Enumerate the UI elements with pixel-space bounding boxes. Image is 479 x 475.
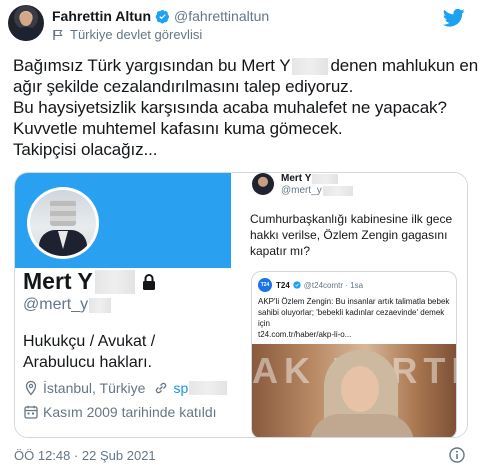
info-icon[interactable] [449,447,465,463]
profile-name-text: Mert Y [23,268,93,294]
tweet-line-4: Kuvvetle muhtemel kafasını kuma gömecek. [13,119,343,138]
verified-badge-icon [155,9,170,24]
redaction-block [89,297,112,313]
photo-person-face [341,366,379,412]
author-name-row: Fahrettin Altun @fahrettinaltun [52,7,269,25]
embedded-tweet-name-text: Mert Y [281,173,312,184]
profile-handle: @mert_y [23,296,112,314]
profile-joined: Kasım 2009 tarihinde katıldı [43,404,217,420]
quoted-tweet-name: T24 [276,280,290,290]
link-icon [156,382,167,394]
tweet-line-5: Takipçisi olacağız... [13,140,158,159]
embedded-tweet-name: Mert Y [281,173,339,184]
quoted-tweet-handle: @t24comtr · 1sa [303,280,364,290]
embedded-tweet: Mert Y @mert_y Cumhurbaşkanlığı kabinesi… [247,173,465,437]
profile-picture [27,187,99,259]
photo-person-shoulder [310,414,414,437]
location-pin-icon [25,380,37,396]
embedded-tweet-avatar [252,173,274,195]
tweet-timestamp[interactable]: ÖÖ 12:48 · 22 Şub 2021 [14,448,156,463]
tweet-line-1-end: denen mahlukun en [330,56,479,75]
redaction-block [322,185,353,196]
profile-location: İstanbul, Türkiye [43,380,146,396]
government-label-text: Türkiye devlet görevlisi [70,27,203,42]
flag-icon [53,29,63,40]
quoted-tweet-photo: AK PARTI [252,344,456,437]
t24-logo: T24 [258,278,272,292]
tweet-line-1: Bağımsız Türk yargısından bu Mert Y denen… [13,55,478,76]
profile-name: Mert Y [23,268,157,295]
tweet-screenshot: Mert Y @mert_y Cumhurbaşkanlığı kabinesi… [241,173,467,437]
profile-meta-joined: Kasım 2009 tarihinde katıldı [23,404,217,420]
redaction-block [94,269,135,294]
quoted-tweet-link: t24.com.tr/haber/akp-li-o... [258,330,352,339]
twitter-bird-icon[interactable] [443,8,465,28]
tweet-text: Bağımsız Türk yargısından bu Mert Y denen… [13,55,478,160]
author-name[interactable]: Fahrettin Altun [52,8,151,24]
pixelated-face [50,200,76,226]
tweet-card: Fahrettin Altun @fahrettinaltun Türkiye … [0,0,479,475]
redaction-block [312,173,339,184]
embedded-tweet-text: Cumhurbaşkanlığı kabinesine ilk gece hak… [250,212,453,258]
attached-image[interactable]: Mert Y @mert_y Hukukçu / Avukat / Arabul… [14,172,468,438]
avatar-suit [14,27,38,41]
tweet-line-3: Bu haysiyetsizlik karşısında acaba muhal… [13,98,447,117]
avatar-face [20,12,32,26]
profile-handle-text: @mert_y [23,296,89,313]
tweet-line-2: ağır şekilde cezalandırılmasını talep ed… [13,77,354,96]
redaction-block [189,381,228,395]
calendar-icon [24,405,38,419]
lock-icon [142,273,155,290]
redaction-block [292,58,329,76]
tweet-line-1-start: Bağımsız Türk yargısından bu Mert Y [13,56,291,75]
verified-badge-icon [293,281,301,289]
quoted-tweet-header: T24 T24 @t24comtr · 1sa [258,278,363,292]
government-label[interactable]: Türkiye devlet görevlisi [52,27,202,42]
profile-screenshot: Mert Y @mert_y Hukukçu / Avukat / Arabul… [15,173,231,437]
author-handle[interactable]: @fahrettinaltun [174,8,269,24]
profile-bio: Hukukçu / Avukat / Arabulucu hakları. [23,333,156,371]
profile-meta-location: İstanbul, Türkiye sp [23,380,228,396]
profile-picture-photo [30,190,96,256]
embedded-tweet-handle-text: @mert_y [281,185,322,196]
author-avatar[interactable] [8,5,44,41]
quoted-tweet-text: AKP'li Özlem Zengin: Bu insanlar artık t… [258,296,454,340]
profile-website: sp [173,380,189,396]
embedded-tweet-handle: @mert_y [281,185,353,196]
quoted-tweet: T24 T24 @t24comtr · 1sa AKP'li Özlem Zen… [251,271,457,437]
quoted-tweet-body: AKP'li Özlem Zengin: Bu insanlar artık t… [258,297,450,328]
